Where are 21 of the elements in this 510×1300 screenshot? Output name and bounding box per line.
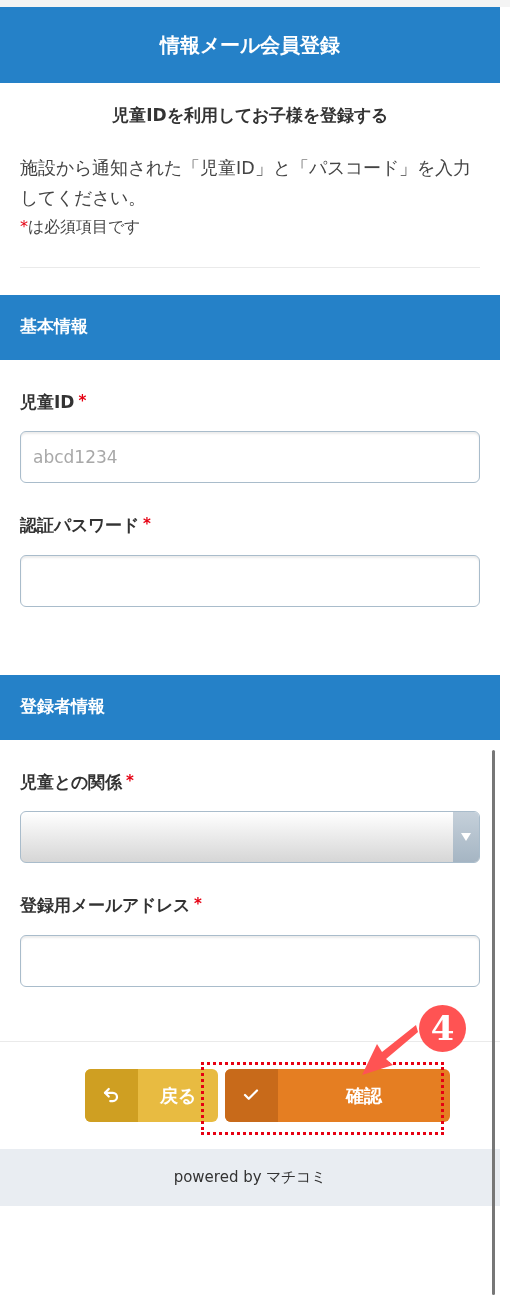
section-title: 登録者情報 [20, 695, 105, 719]
step-badge: 4 [419, 1005, 466, 1052]
form-heading: 児童IDを利用してお子様を登録する [111, 104, 389, 127]
dropdown-icon [461, 833, 471, 841]
field-label: 登録用メールアドレス * [20, 894, 202, 917]
input-field[interactable] [20, 554, 480, 607]
instructions-text: 施設から通知された「児童ID」と「パスコード」を入力してください。 [20, 156, 472, 210]
field-label: 児童ID * [20, 390, 87, 414]
required-note: *は必須項目です [20, 215, 141, 238]
field-label: 児童との関係 * [20, 770, 134, 794]
pointer-arrow [360, 1022, 418, 1077]
footer-text: powered by マチコミ [173, 1166, 327, 1188]
field-label: 認証パスワード * [20, 514, 151, 537]
confirm-button[interactable]: 確認 [224, 1068, 450, 1122]
input-field[interactable]: abcd1234 [20, 431, 480, 483]
undo-icon [102, 1086, 120, 1104]
input-field[interactable] [20, 934, 480, 987]
page-title: 情報メール会員登録 [160, 32, 340, 59]
section-title: 基本情報 [20, 315, 88, 339]
select-field[interactable] [20, 811, 480, 863]
back-button[interactable]: 戻る [84, 1068, 218, 1122]
